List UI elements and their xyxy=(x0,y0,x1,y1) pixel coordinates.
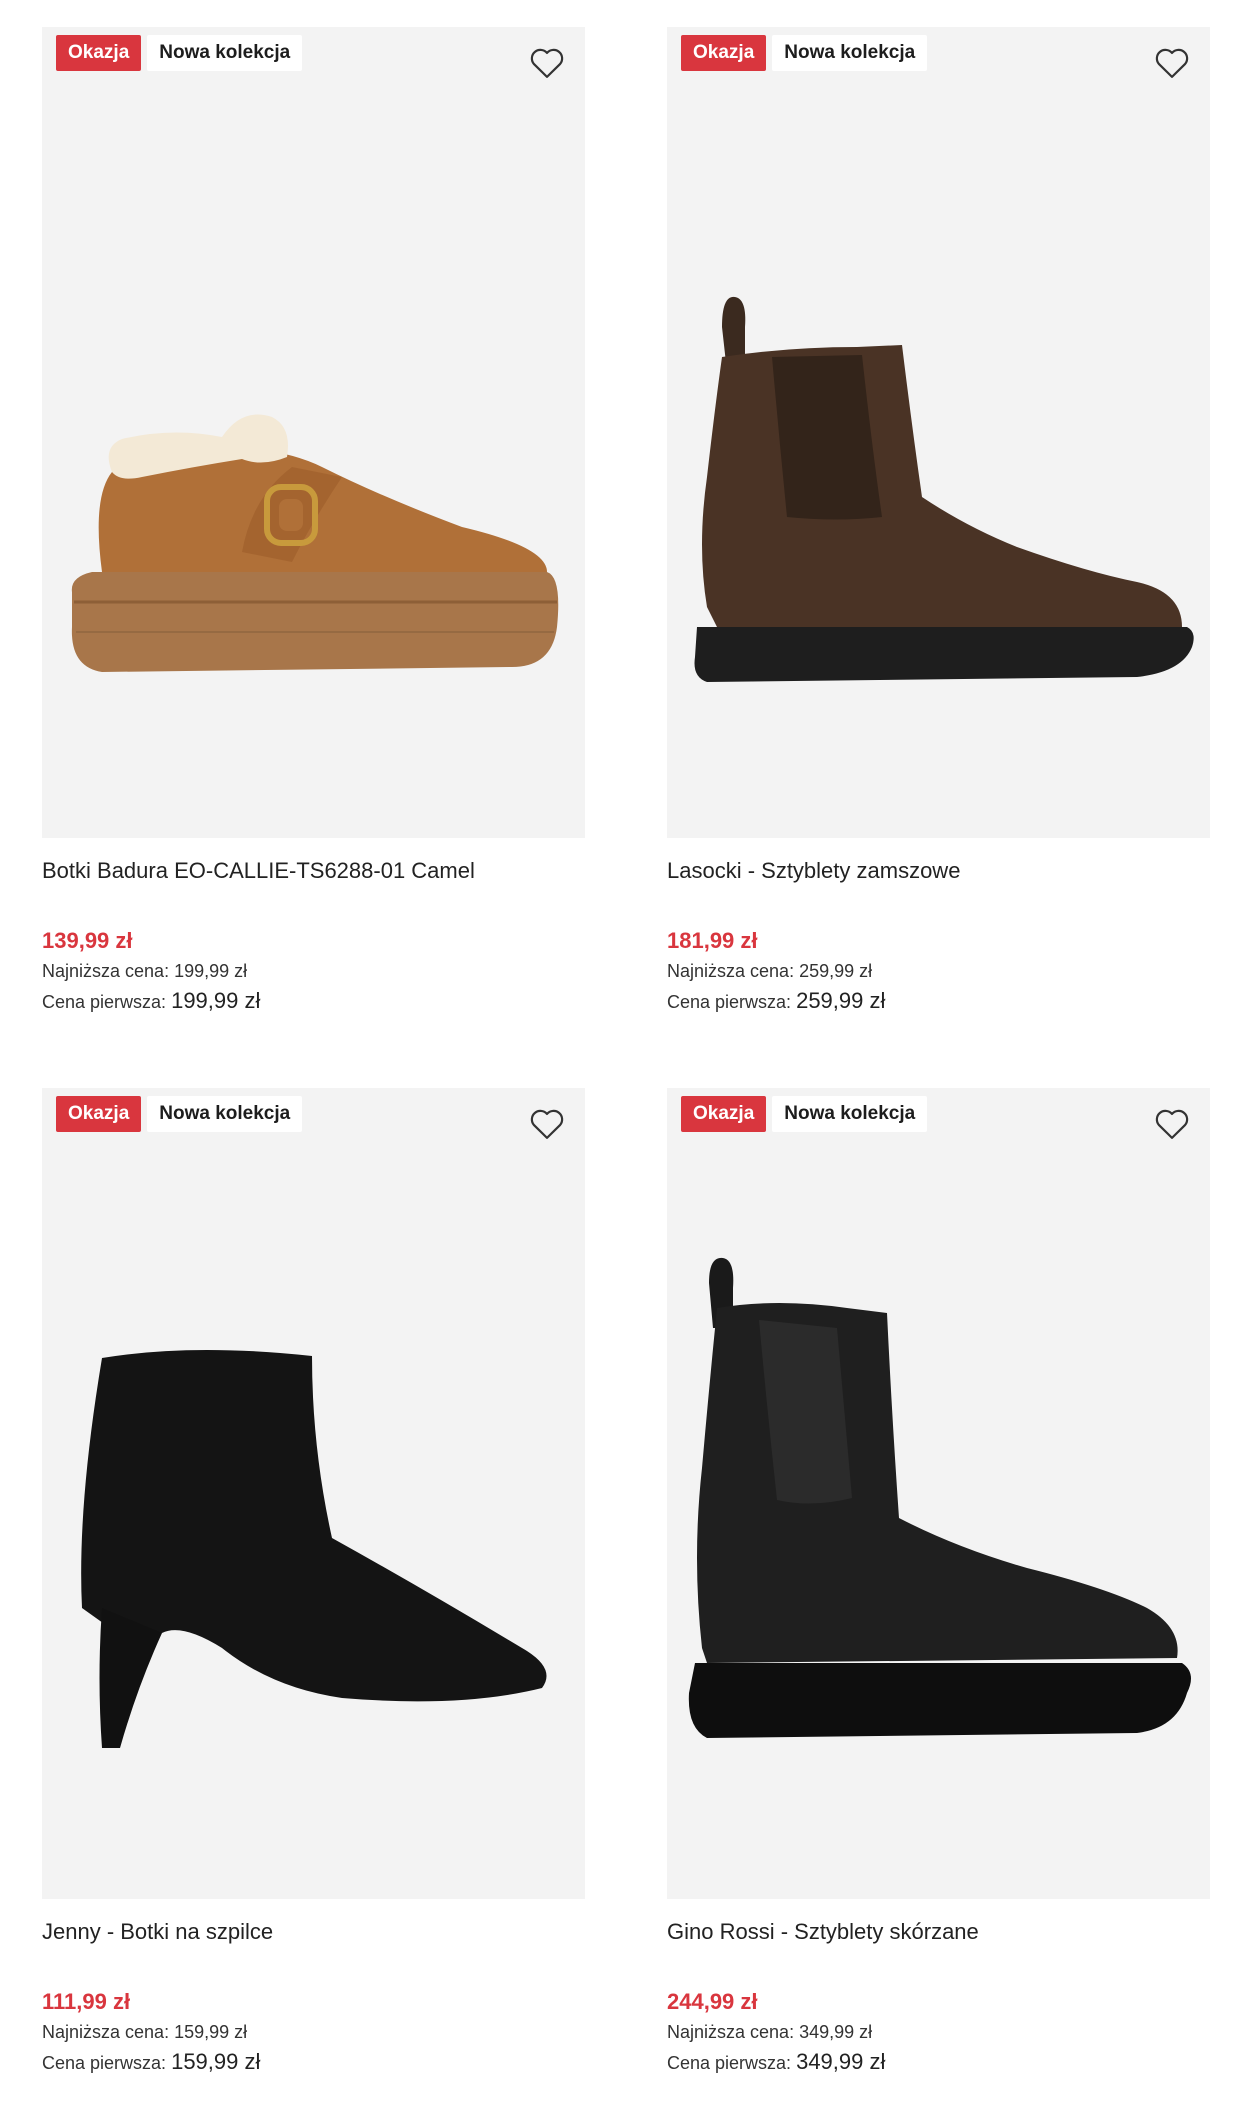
product-card[interactable]: Okazja Nowa kolekcja Gino Rossi - Sztybl… xyxy=(667,1088,1210,2078)
heart-outline-icon xyxy=(530,1109,564,1139)
heart-outline-icon xyxy=(530,48,564,78)
heart-outline-icon xyxy=(1155,48,1189,78)
lowest-price-value: 199,99 zł xyxy=(174,961,248,981)
first-price-value: 259,99 zł xyxy=(796,988,886,1013)
product-title[interactable]: Jenny - Botki na szpilce xyxy=(42,1917,585,1947)
lowest-price-label: Najniższa cena: xyxy=(667,961,795,981)
first-price-label: Cena pierwsza: xyxy=(667,2053,792,2073)
deal-badge: Okazja xyxy=(681,35,767,71)
lowest-price-value: 159,99 zł xyxy=(174,2022,248,2042)
product-title[interactable]: Lasocki - Sztyblety zamszowe xyxy=(667,856,1210,886)
camel-fur-clog-image xyxy=(71,414,559,672)
lowest-price-line: Najniższa cena: 259,99 zł xyxy=(667,956,1210,986)
product-card[interactable]: Okazja Nowa kolekcja Jenny - Botki na sz… xyxy=(42,1088,585,2078)
first-price-line: Cena pierwsza: 349,99 zł xyxy=(667,2047,1210,2078)
lowest-price-label: Najniższa cena: xyxy=(667,2022,795,2042)
favorite-button[interactable] xyxy=(1152,1104,1192,1144)
product-image-area[interactable]: Okazja Nowa kolekcja xyxy=(42,27,585,838)
product-image-area[interactable]: Okazja Nowa kolekcja xyxy=(42,1088,585,1899)
lowest-price-line: Najniższa cena: 349,99 zł xyxy=(667,2017,1210,2047)
deal-badge: Okazja xyxy=(681,1096,767,1132)
product-card[interactable]: Okazja Nowa kolekcja Botki Badura EO-CAL… xyxy=(42,27,585,1017)
product-price: 139,99 zł xyxy=(42,928,133,953)
first-price-line: Cena pierwsza: 259,99 zł xyxy=(667,986,1210,1017)
black-stiletto-ankle-boot-image xyxy=(81,1349,547,1748)
first-price-line: Cena pierwsza: 199,99 zł xyxy=(42,986,585,1017)
product-title[interactable]: Gino Rossi - Sztyblety skórzane xyxy=(667,1917,1210,1947)
product-card[interactable]: Okazja Nowa kolekcja Lasocki - Sztyblety… xyxy=(667,27,1210,1017)
favorite-button[interactable] xyxy=(527,1104,567,1144)
lowest-price-label: Najniższa cena: xyxy=(42,961,170,981)
lowest-price-value: 259,99 zł xyxy=(799,961,873,981)
deal-badge: Okazja xyxy=(56,1096,142,1132)
lowest-price-value: 349,99 zł xyxy=(799,2022,873,2042)
first-price-label: Cena pierwsza: xyxy=(667,992,792,1012)
lowest-price-line: Najniższa cena: 199,99 zł xyxy=(42,956,585,986)
first-price-value: 159,99 zł xyxy=(171,2049,261,2074)
heart-outline-icon xyxy=(1155,1109,1189,1139)
product-image-area[interactable]: Okazja Nowa kolekcja xyxy=(667,27,1210,838)
brown-suede-chelsea-boot-image xyxy=(694,296,1194,682)
product-grid: Okazja Nowa kolekcja Botki Badura EO-CAL… xyxy=(0,0,1250,2123)
product-price: 244,99 zł xyxy=(667,1989,758,2014)
first-price-label: Cena pierwsza: xyxy=(42,992,167,1012)
first-price-line: Cena pierwsza: 159,99 zł xyxy=(42,2047,585,2078)
new-collection-badge: Nowa kolekcja xyxy=(147,35,303,71)
favorite-button[interactable] xyxy=(527,43,567,83)
product-price: 181,99 zł xyxy=(667,928,758,953)
product-price: 111,99 zł xyxy=(42,1989,131,2014)
first-price-value: 349,99 zł xyxy=(796,2049,886,2074)
lowest-price-label: Najniższa cena: xyxy=(42,2022,170,2042)
black-leather-chelsea-boot-image xyxy=(688,1257,1191,1738)
lowest-price-line: Najniższa cena: 159,99 zł xyxy=(42,2017,585,2047)
product-image-area[interactable]: Okazja Nowa kolekcja xyxy=(667,1088,1210,1899)
product-title[interactable]: Botki Badura EO-CALLIE-TS6288-01 Camel xyxy=(42,856,585,886)
first-price-value: 199,99 zł xyxy=(171,988,261,1013)
favorite-button[interactable] xyxy=(1152,43,1192,83)
new-collection-badge: Nowa kolekcja xyxy=(772,1096,928,1132)
deal-badge: Okazja xyxy=(56,35,142,71)
first-price-label: Cena pierwsza: xyxy=(42,2053,167,2073)
new-collection-badge: Nowa kolekcja xyxy=(772,35,928,71)
new-collection-badge: Nowa kolekcja xyxy=(147,1096,303,1132)
